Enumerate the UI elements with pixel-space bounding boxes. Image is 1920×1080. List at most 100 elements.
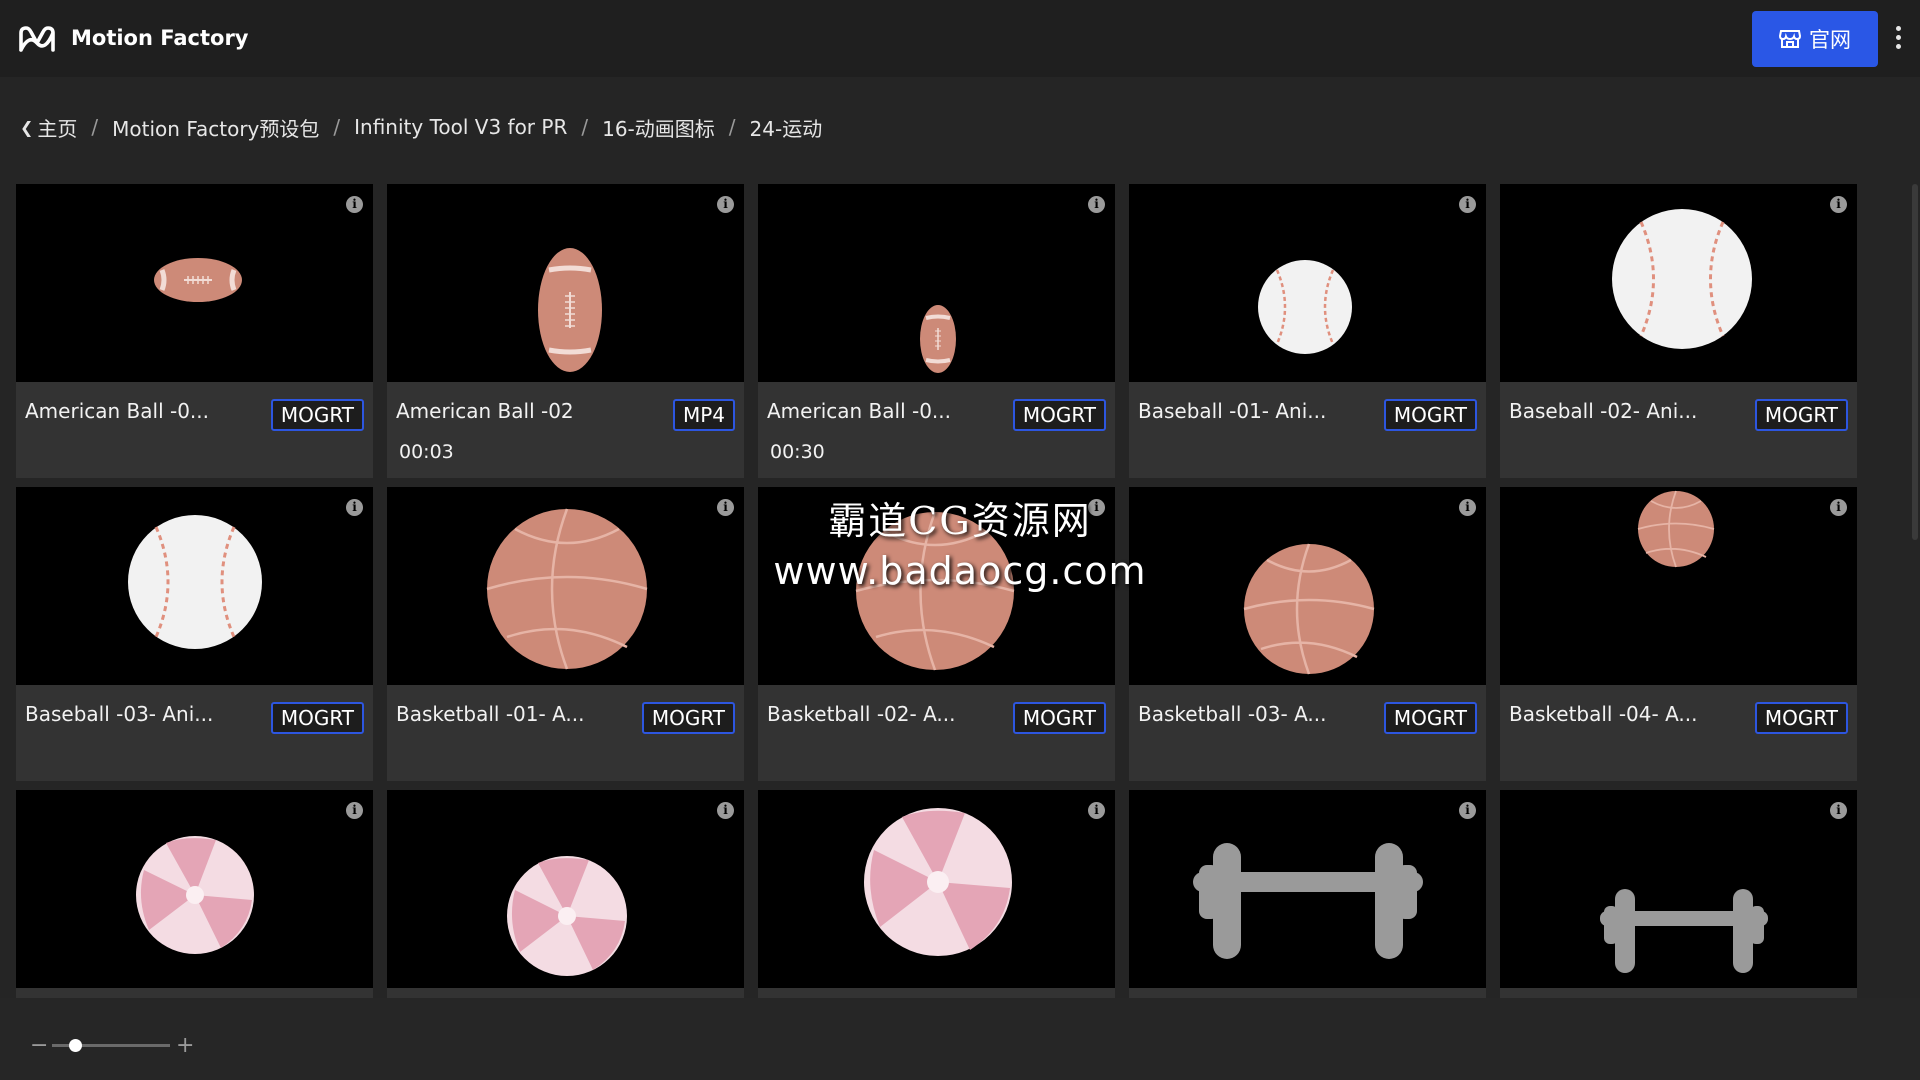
breadcrumb-separator: / xyxy=(581,115,589,139)
info-icon[interactable]: i xyxy=(717,196,734,213)
card-thumbnail: i xyxy=(16,184,373,382)
breadcrumb-animated-icons[interactable]: 16-动画图标 xyxy=(602,113,715,142)
store-icon xyxy=(1779,30,1801,48)
app-title: Motion Factory xyxy=(71,26,249,50)
card-thumbnail: i xyxy=(16,790,373,988)
card-title: Basketball -03- A... xyxy=(1138,702,1327,726)
info-icon[interactable]: i xyxy=(1459,802,1476,819)
info-icon[interactable]: i xyxy=(1088,802,1105,819)
asset-card[interactable]: i xyxy=(16,790,373,998)
card-thumbnail: i xyxy=(387,790,744,988)
info-icon[interactable]: i xyxy=(346,196,363,213)
format-badge: MOGRT xyxy=(1012,399,1106,431)
asset-card[interactable]: i American Ball -02 MP4 00:03 xyxy=(387,184,744,478)
format-badge: MOGRT xyxy=(1012,702,1106,734)
format-badge: MOGRT xyxy=(270,702,364,734)
breadcrumb: ❮ 主页 / Motion Factory预设包 / Infinity Tool… xyxy=(20,113,822,141)
format-badge: MOGRT xyxy=(270,399,364,431)
zoom-out-icon[interactable]: − xyxy=(30,1034,48,1058)
breadcrumb-sports[interactable]: 24-运动 xyxy=(750,113,823,142)
basketball-icon xyxy=(1243,543,1375,675)
baseball-icon xyxy=(128,515,262,649)
beach-ball-icon xyxy=(864,808,1012,956)
asset-card[interactable]: i xyxy=(1500,790,1857,998)
breadcrumb-infinity-tool[interactable]: Infinity Tool V3 for PR xyxy=(354,115,567,139)
breadcrumb-separator: / xyxy=(728,115,736,139)
kebab-menu-icon[interactable] xyxy=(1892,26,1904,52)
breadcrumb-home[interactable]: 主页 xyxy=(37,113,77,142)
info-icon[interactable]: i xyxy=(1088,499,1105,516)
info-icon[interactable]: i xyxy=(1459,499,1476,516)
official-site-button[interactable]: 官网 xyxy=(1752,11,1878,67)
asset-card[interactable]: i Baseball -03- Ani... MOGRT xyxy=(16,487,373,781)
beach-ball-icon xyxy=(136,836,254,954)
dumbbell-icon xyxy=(1600,889,1768,973)
beach-ball-icon xyxy=(507,856,627,976)
card-title: American Ball -0... xyxy=(25,399,209,423)
card-thumbnail: i xyxy=(16,487,373,685)
scrollbar-thumb[interactable] xyxy=(1912,184,1918,540)
asset-card[interactable]: i Baseball -01- Ani... MOGRT xyxy=(1129,184,1486,478)
card-thumbnail: i xyxy=(758,184,1115,382)
asset-card[interactable]: i xyxy=(1129,790,1486,998)
zoom-slider-handle[interactable] xyxy=(69,1039,83,1052)
format-badge: MOGRT xyxy=(1383,399,1477,431)
info-icon[interactable]: i xyxy=(1830,196,1847,213)
asset-card[interactable]: i xyxy=(387,790,744,998)
info-icon[interactable]: i xyxy=(1830,499,1847,516)
format-badge: MP4 xyxy=(672,399,735,431)
card-title: Baseball -01- Ani... xyxy=(1138,399,1327,423)
card-title: American Ball -0... xyxy=(767,399,951,423)
asset-card[interactable]: i Basketball -03- A... MOGRT xyxy=(1129,487,1486,781)
card-thumbnail: i xyxy=(1500,184,1857,382)
asset-card[interactable]: i Basketball -02- A... MOGRT xyxy=(758,487,1115,781)
american-football-icon xyxy=(154,258,242,302)
card-thumbnail: i xyxy=(1500,487,1857,685)
info-icon[interactable]: i xyxy=(346,499,363,516)
asset-card[interactable]: i American Ball -0... MOGRT xyxy=(16,184,373,478)
baseball-icon xyxy=(1258,260,1352,354)
asset-card[interactable]: i Basketball -01- A... MOGRT xyxy=(387,487,744,781)
card-thumbnail: i xyxy=(387,184,744,382)
card-thumbnail: i xyxy=(387,487,744,685)
card-thumbnail: i xyxy=(758,487,1115,685)
breadcrumb-separator: / xyxy=(333,115,341,139)
baseball-icon xyxy=(1612,209,1752,349)
asset-card[interactable]: i xyxy=(758,790,1115,998)
card-title: Basketball -01- A... xyxy=(396,702,585,726)
chevron-left-icon[interactable]: ❮ xyxy=(20,118,33,137)
info-icon[interactable]: i xyxy=(346,802,363,819)
card-title: Basketball -04- A... xyxy=(1509,702,1698,726)
card-duration: 00:30 xyxy=(770,441,825,463)
info-icon[interactable]: i xyxy=(1830,802,1847,819)
card-thumbnail: i xyxy=(1129,790,1486,988)
breadcrumb-separator: / xyxy=(91,115,99,139)
basketball-icon xyxy=(1637,490,1715,568)
card-duration: 00:03 xyxy=(399,441,454,463)
info-icon[interactable]: i xyxy=(1088,196,1105,213)
asset-card[interactable]: i Basketball -04- A... MOGRT xyxy=(1500,487,1857,781)
basketball-icon xyxy=(855,511,1015,671)
info-icon[interactable]: i xyxy=(1459,196,1476,213)
card-title: Basketball -02- A... xyxy=(767,702,956,726)
info-icon[interactable]: i xyxy=(717,802,734,819)
zoom-in-icon[interactable]: + xyxy=(176,1034,194,1058)
motion-factory-logo-icon[interactable] xyxy=(17,24,57,54)
card-thumbnail: i xyxy=(1129,487,1486,685)
breadcrumb-preset-pack[interactable]: Motion Factory预设包 xyxy=(112,113,319,142)
dumbbell-icon xyxy=(1193,843,1423,959)
asset-grid: i American Ball -0... MOGRT i American B… xyxy=(16,184,1858,998)
info-icon[interactable]: i xyxy=(717,499,734,516)
format-badge: MOGRT xyxy=(1754,399,1848,431)
bottom-bar xyxy=(0,998,1920,1080)
official-site-label: 官网 xyxy=(1809,28,1851,52)
card-thumbnail: i xyxy=(1129,184,1486,382)
card-title: American Ball -02 xyxy=(396,399,574,423)
top-bar xyxy=(0,0,1920,77)
card-thumbnail: i xyxy=(758,790,1115,988)
asset-card[interactable]: i American Ball -0... MOGRT 00:30 xyxy=(758,184,1115,478)
card-title: Baseball -02- Ani... xyxy=(1509,399,1698,423)
asset-card[interactable]: i Baseball -02- Ani... MOGRT xyxy=(1500,184,1857,478)
format-badge: MOGRT xyxy=(641,702,735,734)
basketball-icon xyxy=(486,508,648,670)
